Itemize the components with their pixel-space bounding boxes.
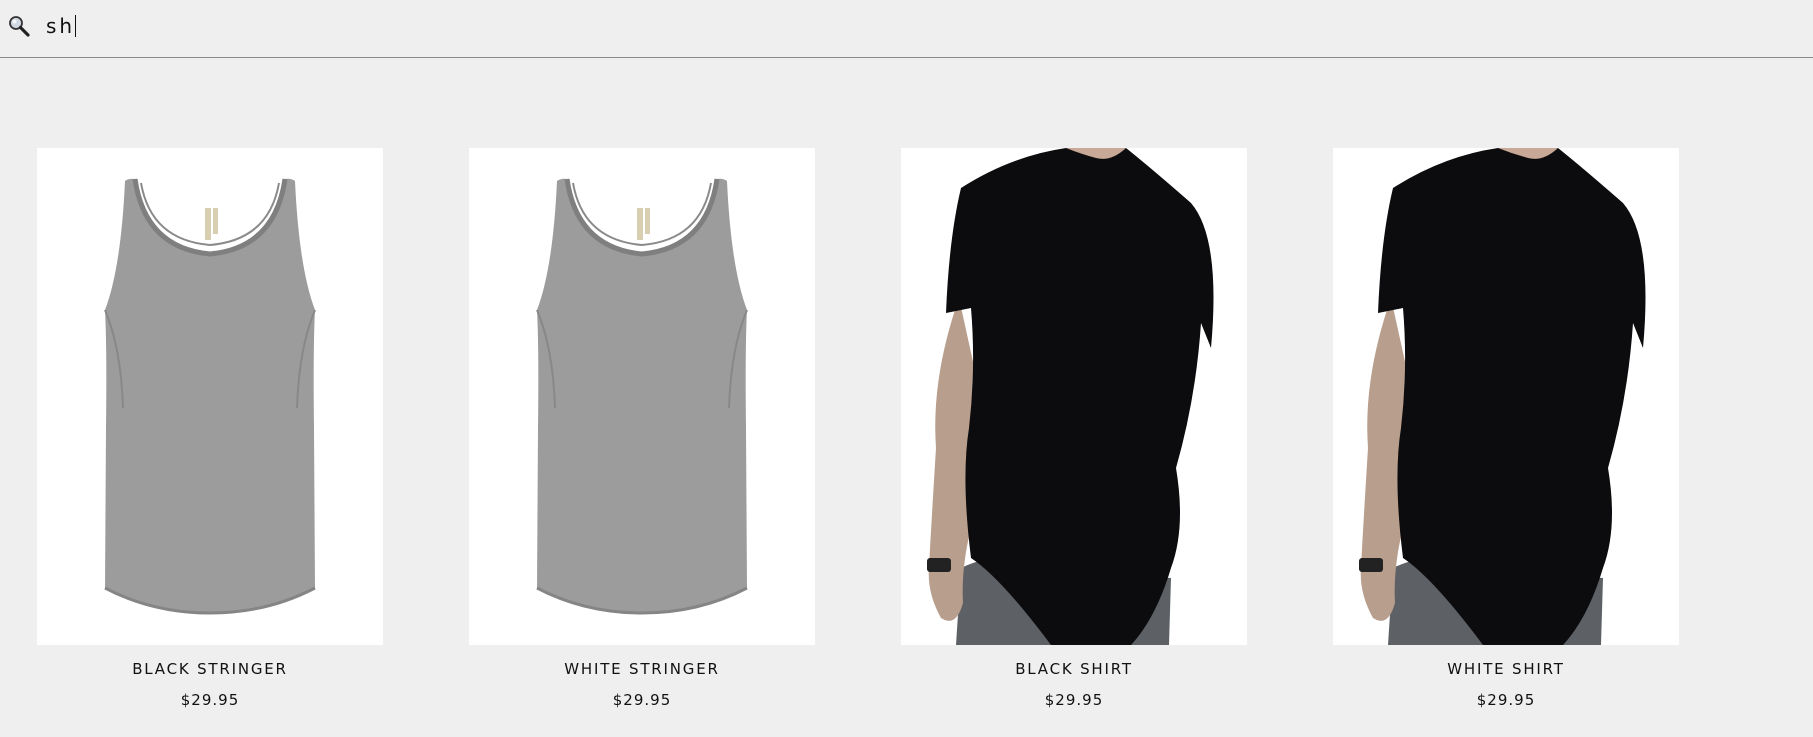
- search-input[interactable]: [46, 10, 646, 42]
- product-card[interactable]: WHITE STRINGER $29.95: [469, 148, 815, 709]
- product-name[interactable]: BLACK SHIRT: [901, 660, 1247, 678]
- search-bar: [0, 0, 1813, 58]
- product-name[interactable]: WHITE SHIRT: [1333, 660, 1679, 678]
- product-image-tank-top[interactable]: [37, 148, 383, 645]
- search-icon[interactable]: [7, 14, 31, 38]
- product-card[interactable]: BLACK SHIRT $29.95: [901, 148, 1247, 709]
- product-name[interactable]: WHITE STRINGER: [469, 660, 815, 678]
- product-price: $29.95: [1044, 691, 1104, 709]
- product-name[interactable]: BLACK STRINGER: [37, 660, 383, 678]
- product-card[interactable]: BLACK STRINGER $29.95: [37, 148, 383, 709]
- product-image-tshirt[interactable]: [1333, 148, 1679, 645]
- product-price: $29.95: [1476, 691, 1536, 709]
- product-card[interactable]: WHITE SHIRT $29.95: [1333, 148, 1679, 709]
- product-price: $29.95: [180, 691, 240, 709]
- product-image-tank-top[interactable]: [469, 148, 815, 645]
- text-caret: [75, 15, 76, 37]
- product-price: $29.95: [612, 691, 672, 709]
- product-image-tshirt[interactable]: [901, 148, 1247, 645]
